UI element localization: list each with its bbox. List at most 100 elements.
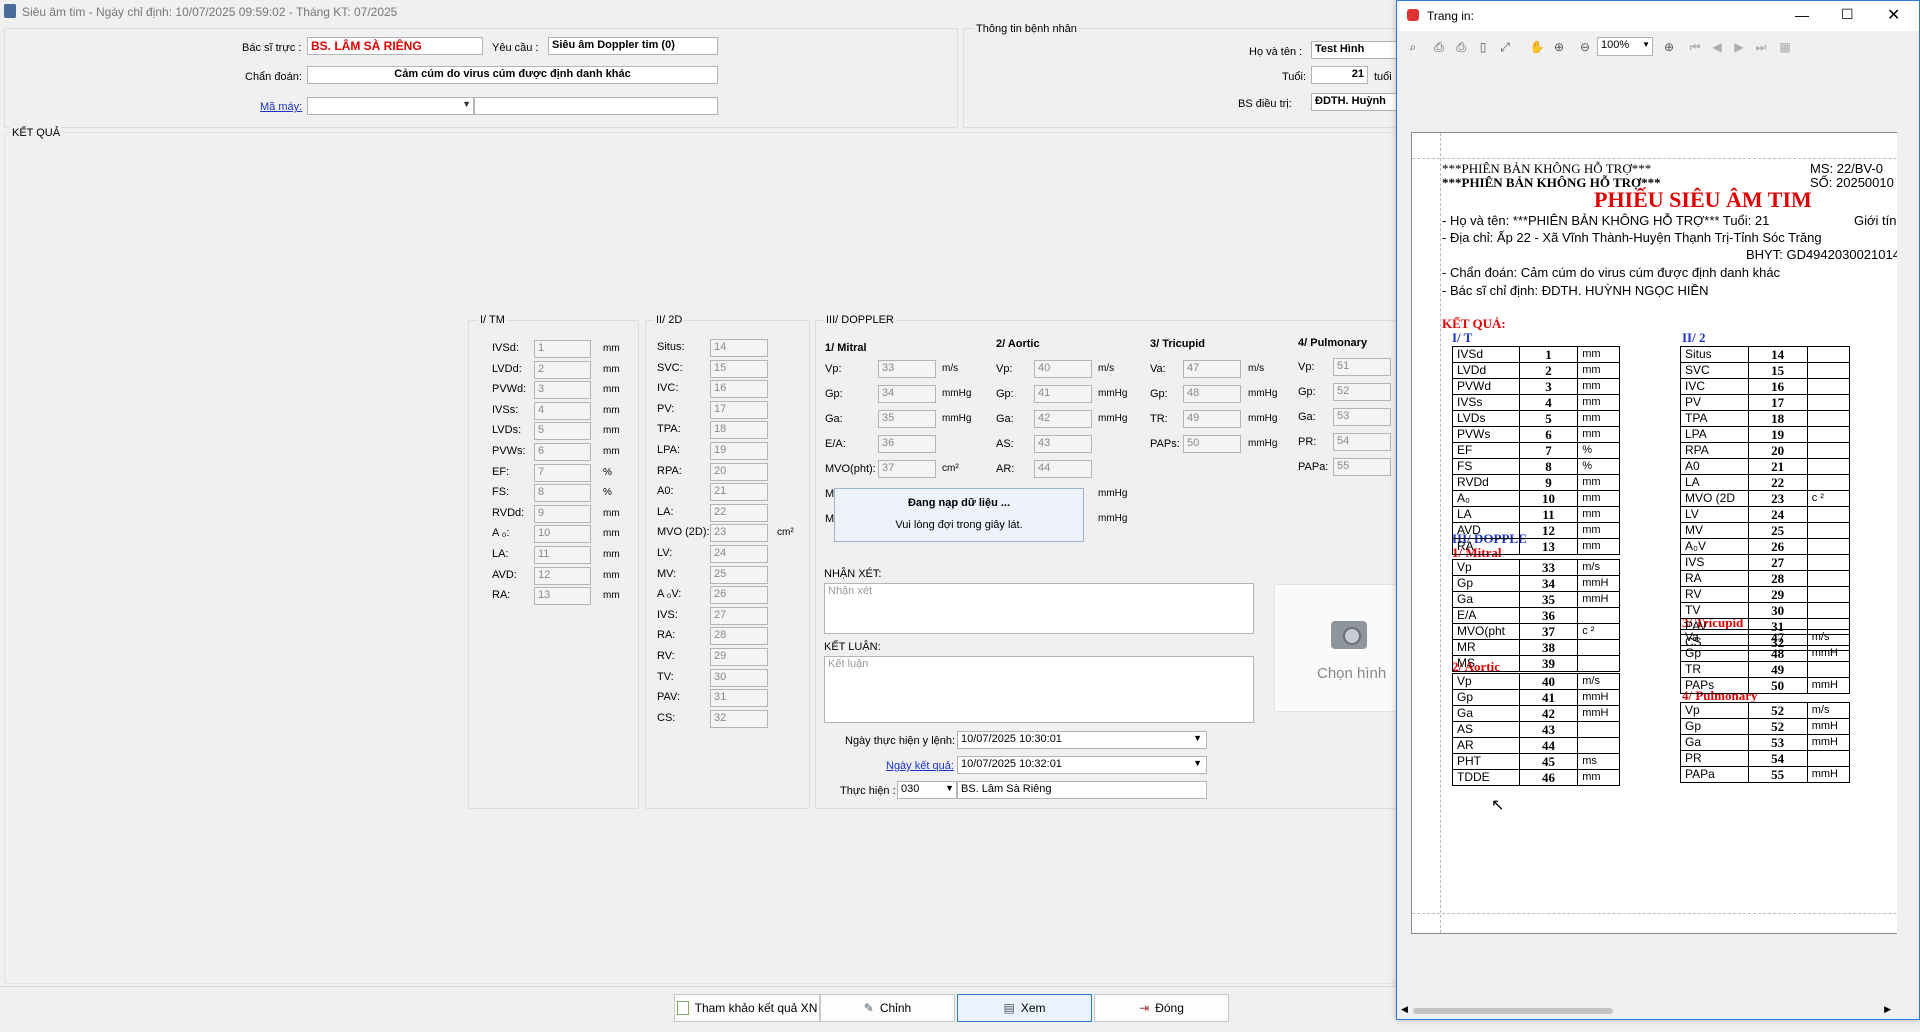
magnifier-icon[interactable]: ⊕ xyxy=(1551,39,1567,55)
zoom-out-icon[interactable]: ⊖ xyxy=(1577,39,1593,55)
twod-input[interactable]: 25 xyxy=(710,565,768,584)
tricupid-input[interactable]: 49 xyxy=(1183,410,1241,428)
tm-input[interactable]: 12 xyxy=(534,566,591,585)
aortic-input[interactable]: 40 xyxy=(1034,360,1092,378)
thuc-hien-name-field[interactable]: BS. Lâm Sà Riêng xyxy=(957,781,1207,799)
ma-may-select[interactable]: ▼ xyxy=(307,97,474,115)
scroll-left-icon[interactable]: ◀ xyxy=(1401,1004,1408,1015)
tricupid-input[interactable]: 47 xyxy=(1183,360,1241,378)
twod-input[interactable]: 22 xyxy=(710,503,768,522)
mitral-input[interactable]: 37 xyxy=(878,460,936,478)
tm-input[interactable]: 4 xyxy=(534,401,591,420)
pulmonary-input[interactable]: 52 xyxy=(1333,383,1391,401)
bs-dieu-tri-field[interactable]: ĐDTH. Huỳnh xyxy=(1311,93,1401,111)
thuc-hien-code-select[interactable]: 030 ▼ xyxy=(897,781,957,799)
chan-doan-field[interactable]: Cảm cúm do virus cúm được định danh khác xyxy=(307,66,718,84)
first-page-icon[interactable]: ⏮ xyxy=(1687,39,1703,55)
zoom-select[interactable]: 100% ▼ xyxy=(1597,37,1653,56)
ngay-ket-qua-picker[interactable]: 10/07/2025 10:32:01 ▼ xyxy=(957,756,1207,774)
ket-luan-input[interactable]: Kết luận xyxy=(824,656,1254,723)
chevron-down-icon[interactable]: ▼ xyxy=(1642,40,1650,49)
twod-input[interactable]: 21 xyxy=(710,483,768,502)
chon-hinh-button[interactable]: Chọn hình xyxy=(1274,584,1400,712)
chinh-button[interactable]: ✎ Chỉnh xyxy=(820,994,955,1022)
close-icon[interactable]: ✕ xyxy=(1887,5,1900,25)
tm-input[interactable]: 11 xyxy=(534,546,591,564)
twod-input[interactable]: 16 xyxy=(710,380,768,399)
mitral-input[interactable]: 35 xyxy=(878,410,936,428)
twod-input[interactable]: 31 xyxy=(710,689,768,708)
ma-may-link[interactable]: Mã máy: xyxy=(260,101,302,113)
vertical-scrollbar[interactable] xyxy=(1897,65,1919,1001)
ho-ten-field[interactable]: Test Hình xyxy=(1311,41,1401,59)
tm-input[interactable]: 3 xyxy=(534,381,591,400)
prev-page-icon[interactable]: ◀ xyxy=(1709,39,1725,55)
nhan-xet-input[interactable]: Nhận xét xyxy=(824,583,1254,634)
page-setup-icon[interactable]: ▯ xyxy=(1475,39,1491,55)
scale-icon[interactable]: ⤢ xyxy=(1497,39,1513,55)
aortic-input[interactable]: 41 xyxy=(1034,385,1092,403)
twod-input[interactable]: 26 xyxy=(710,586,768,605)
pulmonary-input[interactable]: 54 xyxy=(1333,433,1391,451)
ngay-thuc-hien-picker[interactable]: 10/07/2025 10:30:01 ▼ xyxy=(957,731,1207,749)
pulmonary-input[interactable]: 53 xyxy=(1333,408,1391,426)
twod-input[interactable]: 30 xyxy=(710,668,768,687)
quick-print-icon[interactable]: ⎙ xyxy=(1453,39,1469,55)
pulmonary-input[interactable]: 51 xyxy=(1333,358,1391,376)
tuoi-field[interactable]: 21 xyxy=(1311,66,1368,84)
preview-viewport[interactable]: ***PHIÊN BẢN KHÔNG HỖ TRỢ*** MS: 22/BV-0… xyxy=(1397,65,1897,1001)
twod-input[interactable]: 15 xyxy=(710,359,768,378)
tricupid-input[interactable]: 50 xyxy=(1183,435,1241,453)
twod-input[interactable]: 18 xyxy=(710,421,768,440)
tm-input[interactable]: 8 xyxy=(534,484,591,503)
find-icon[interactable]: ⌕ xyxy=(1405,39,1421,55)
chevron-down-icon[interactable]: ▼ xyxy=(1193,733,1202,743)
tm-input[interactable]: 13 xyxy=(534,587,591,606)
mitral-input[interactable]: 33 xyxy=(878,360,936,378)
chevron-down-icon[interactable]: ▼ xyxy=(945,783,954,793)
twod-input[interactable]: 32 xyxy=(710,709,768,728)
aortic-input[interactable]: 42 xyxy=(1034,410,1092,428)
tm-input[interactable]: 9 xyxy=(534,504,591,523)
ngay-ket-qua-link[interactable]: Ngày kết quả: xyxy=(886,760,954,772)
chevron-down-icon[interactable]: ▼ xyxy=(1193,758,1202,768)
tm-input[interactable]: 6 xyxy=(534,443,591,461)
ma-may-name-field[interactable] xyxy=(474,97,718,115)
last-page-icon[interactable]: ⏭ xyxy=(1753,39,1769,55)
twod-input[interactable]: 29 xyxy=(710,648,768,666)
twod-input[interactable]: 20 xyxy=(710,462,768,481)
tm-input[interactable]: 1 xyxy=(534,340,591,358)
twod-input[interactable]: 23 xyxy=(710,524,768,543)
xem-button[interactable]: ▤ Xem xyxy=(957,994,1092,1022)
hand-tool-icon[interactable]: ✋ xyxy=(1529,39,1545,55)
bac-si-truc-field[interactable]: BS. LÂM SÀ RIÊNG xyxy=(307,37,483,55)
yeu-cau-field[interactable]: Siêu âm Doppler tim (0) xyxy=(548,37,718,55)
chevron-down-icon[interactable]: ▼ xyxy=(462,99,471,109)
next-page-icon[interactable]: ▶ xyxy=(1731,39,1747,55)
zoom-in-icon[interactable]: ⊕ xyxy=(1661,39,1677,55)
tm-input[interactable]: 7 xyxy=(534,463,591,482)
tricupid-input[interactable]: 48 xyxy=(1183,385,1241,403)
tm-input[interactable]: 10 xyxy=(534,525,591,544)
twod-input[interactable]: 14 xyxy=(710,339,768,357)
mitral-input[interactable]: 34 xyxy=(878,385,936,403)
scroll-thumb[interactable] xyxy=(1413,1008,1613,1014)
minimize-icon[interactable]: — xyxy=(1795,7,1809,23)
horizontal-scrollbar[interactable]: ◀ ▶ xyxy=(1399,1003,1897,1019)
tham-khao-button[interactable]: Tham khảo kết quả XN xyxy=(674,994,820,1022)
twod-input[interactable]: 19 xyxy=(710,442,768,460)
multipage-icon[interactable]: ▦ xyxy=(1777,39,1793,55)
twod-input[interactable]: 27 xyxy=(710,606,768,625)
scroll-right-icon[interactable]: ▶ xyxy=(1884,1004,1891,1015)
aortic-input[interactable]: 43 xyxy=(1034,435,1092,453)
print-icon[interactable]: ⎙ xyxy=(1431,39,1447,55)
twod-input[interactable]: 24 xyxy=(710,545,768,563)
dong-button[interactable]: ⇥ Đóng xyxy=(1094,994,1229,1022)
twod-input[interactable]: 28 xyxy=(710,627,768,646)
pulmonary-input[interactable]: 55 xyxy=(1333,458,1391,476)
aortic-input[interactable]: 44 xyxy=(1034,460,1092,478)
mitral-input[interactable]: 36 xyxy=(878,435,936,453)
tm-input[interactable]: 5 xyxy=(534,422,591,441)
maximize-icon[interactable]: ☐ xyxy=(1841,6,1854,23)
tm-input[interactable]: 2 xyxy=(534,360,591,379)
